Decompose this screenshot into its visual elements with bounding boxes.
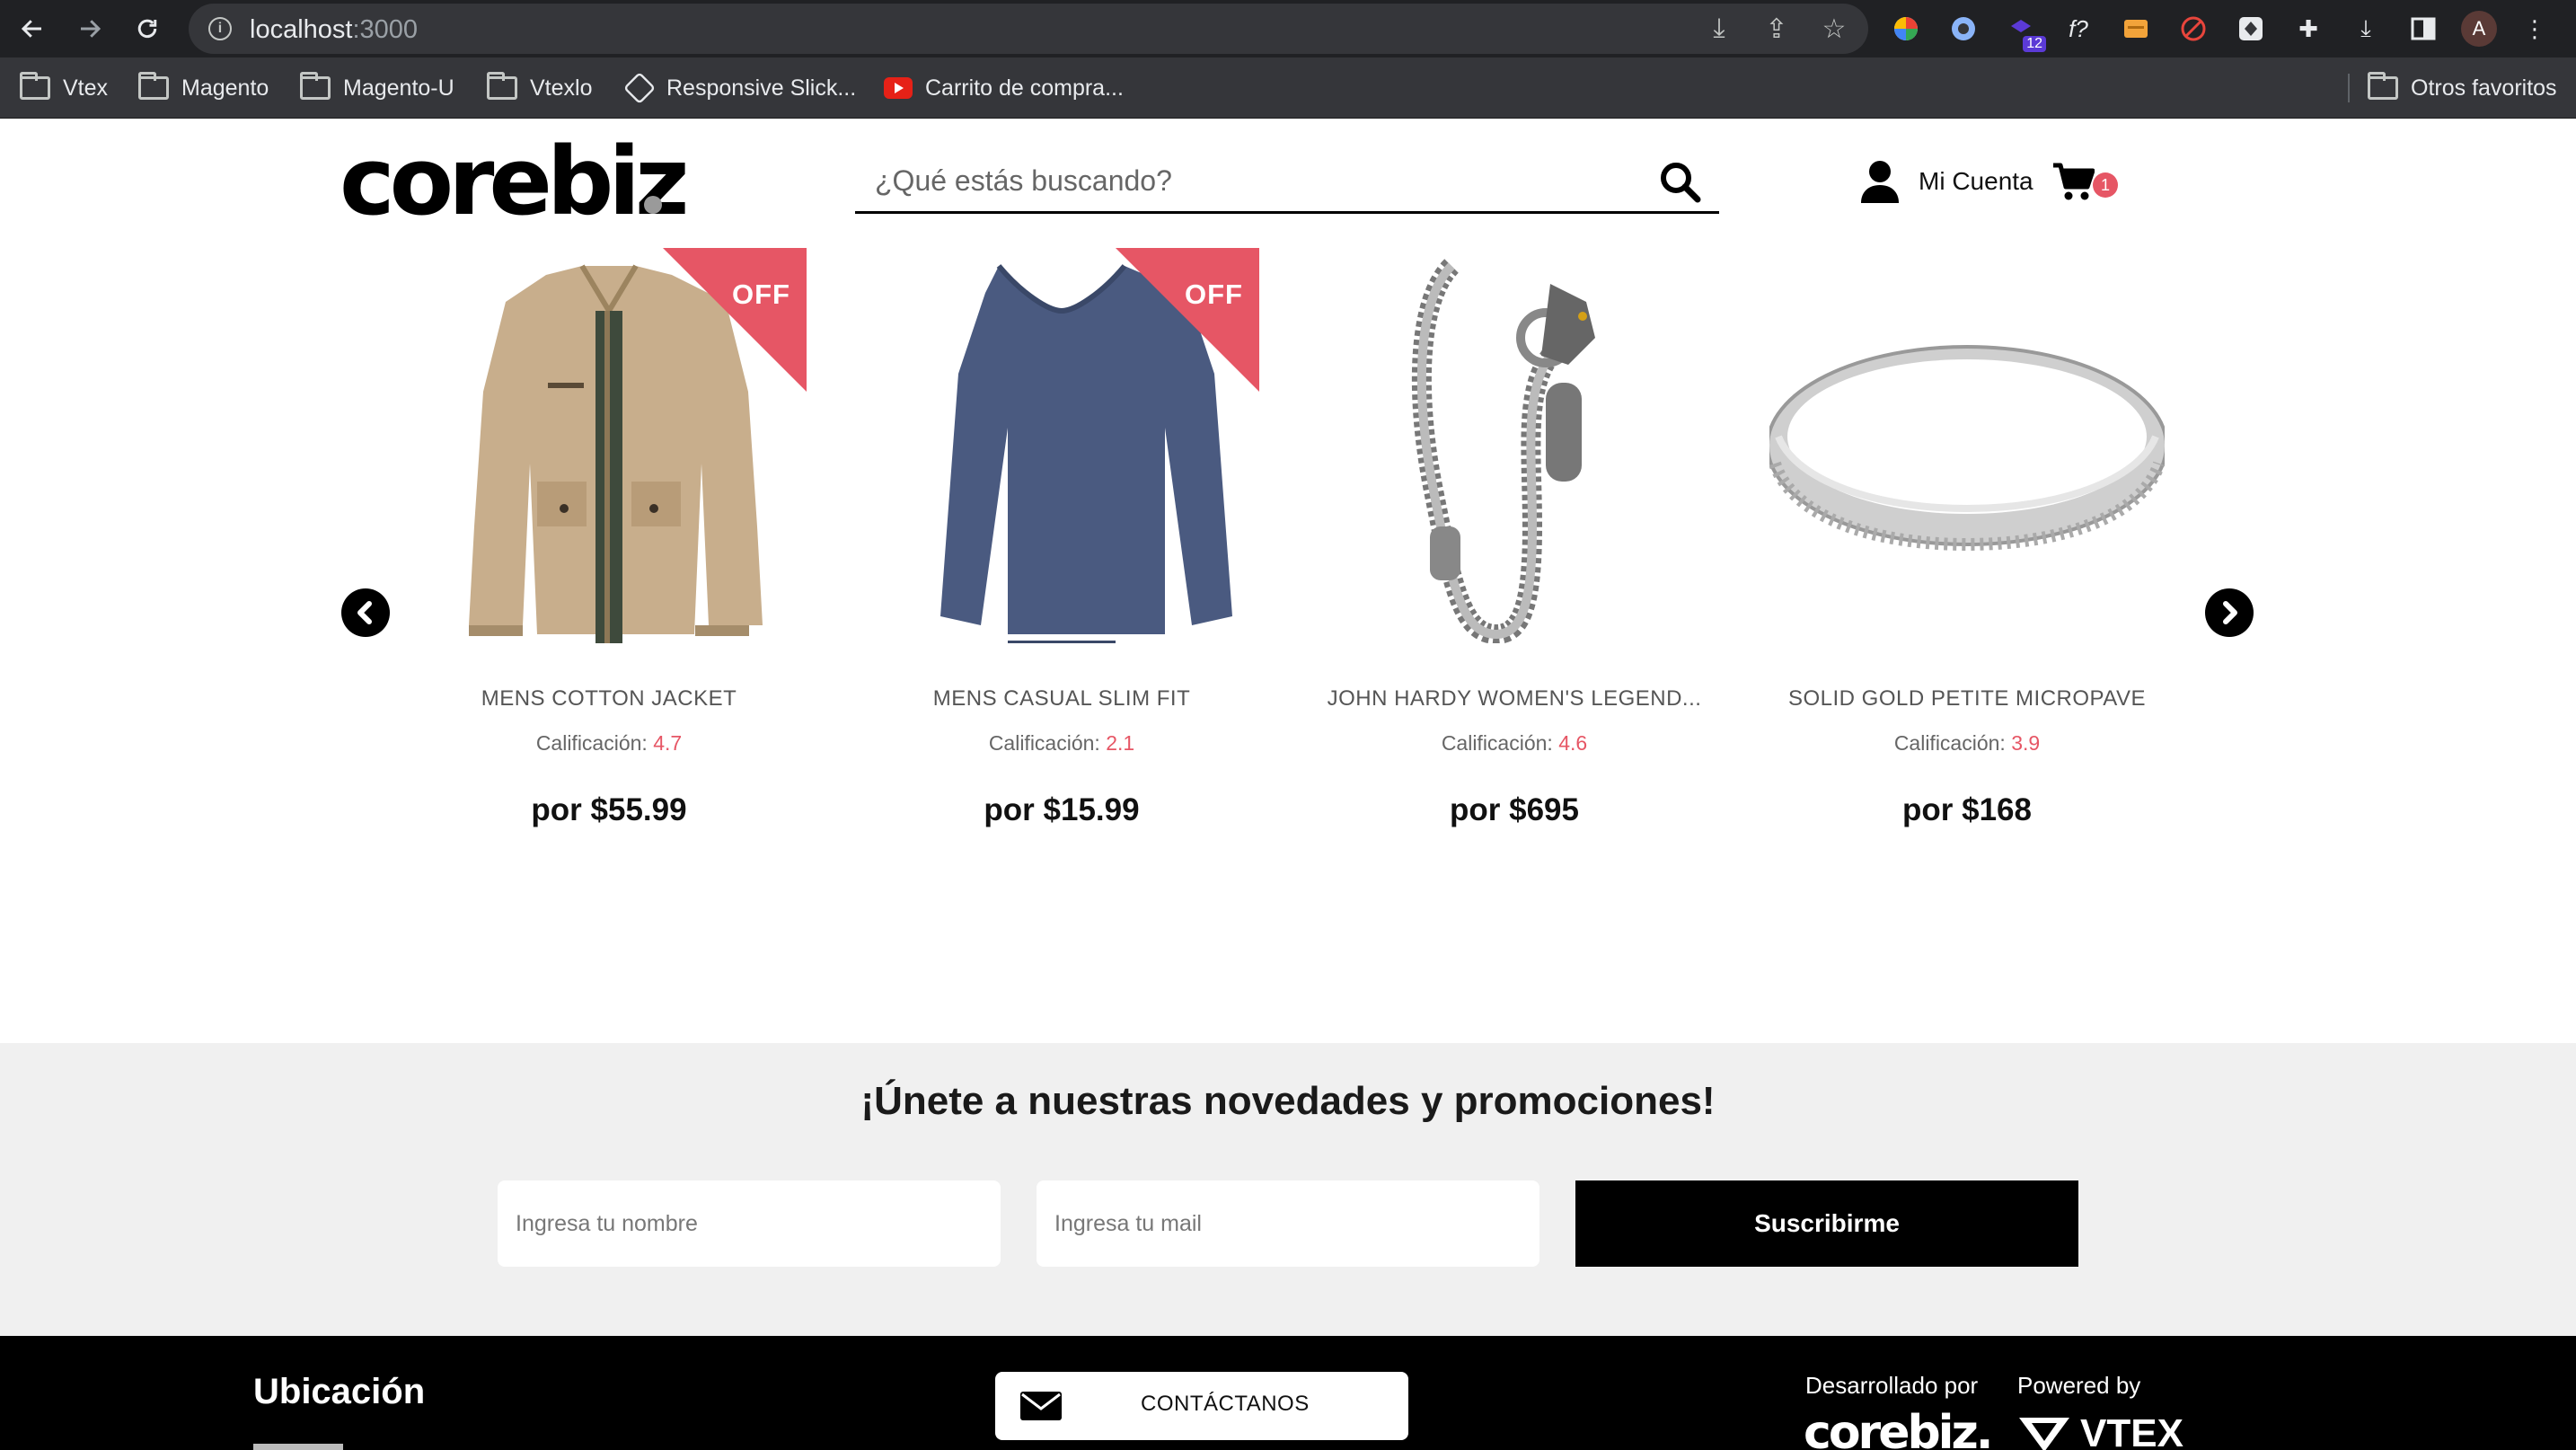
stack-extension-icon[interactable]: 12 — [2001, 9, 2046, 52]
browser-toolbar: i localhost:3000 ⤓ ⇪ ☆ 12 f? ✚ ⤓ A ⋮ — [0, 0, 2576, 57]
product-price: por $15.99 — [984, 792, 1140, 827]
circle-extension-icon[interactable] — [1944, 9, 1983, 49]
product-card[interactable]: JOHN HARDY WOMEN'S LEGEND... Calificació… — [1317, 248, 1712, 859]
folder-icon — [300, 72, 331, 100]
orange-extension-icon[interactable] — [2116, 9, 2156, 49]
folder-icon — [2368, 72, 2398, 100]
back-icon[interactable] — [13, 9, 52, 49]
vtex-extension-icon[interactable] — [2231, 9, 2271, 49]
vtex-mark-icon — [2019, 1418, 2069, 1450]
extensions-bar: 12 f? ✚ ⤓ A ⋮ — [1886, 9, 2554, 52]
bookmarks-bar: Vtex Magento Magento-U Vtexlo Responsive… — [0, 57, 2576, 119]
reload-icon[interactable] — [128, 9, 167, 49]
bookmark-responsive-slick[interactable]: Responsive Slick... — [622, 70, 856, 106]
newsletter-email-input[interactable] — [1037, 1180, 1539, 1267]
cart-icon[interactable] — [2051, 162, 2095, 201]
bookmark-vtexlo[interactable]: Vtexlo — [487, 70, 592, 106]
product-image-ring[interactable] — [1769, 248, 2165, 643]
font-extension-icon[interactable]: f? — [2059, 9, 2098, 49]
side-panel-icon[interactable] — [2404, 9, 2443, 49]
color-picker-extension-icon[interactable] — [1886, 9, 1926, 49]
product-card[interactable]: OFF MENS COTTON JACKET Calificación: 4.7… — [411, 248, 807, 859]
newsletter-name-input[interactable] — [498, 1180, 1001, 1267]
install-app-icon[interactable]: ⤓ — [1703, 13, 1735, 45]
product-image-bracelet[interactable] — [1317, 248, 1712, 643]
cart-count-badge: 1 — [2093, 172, 2118, 198]
folder-icon — [487, 72, 517, 100]
address-bar[interactable]: i localhost:3000 ⤓ ⇪ ☆ — [189, 4, 1868, 54]
newsletter-title: ¡Únete a nuestras novedades y promocione… — [860, 1079, 1716, 1123]
product-price: por $168 — [1902, 792, 2032, 827]
corebiz-footer-logo[interactable]: corebiz. — [1804, 1410, 1994, 1450]
logo-dot — [644, 196, 662, 214]
off-ribbon: OFF — [663, 248, 807, 392]
bookmark-other-favorites[interactable]: Otros favoritos — [2368, 70, 2557, 106]
bookmark-star-icon[interactable]: ☆ — [1818, 13, 1850, 45]
contact-button[interactable]: CONTÁCTANOS — [995, 1372, 1408, 1440]
share-icon[interactable]: ⇪ — [1760, 13, 1793, 45]
url-text[interactable]: localhost:3000 — [250, 15, 418, 45]
product-name[interactable]: MENS CASUAL SLIM FIT — [864, 686, 1259, 712]
carousel-prev-button[interactable] — [341, 588, 390, 637]
downloads-icon[interactable]: ⤓ — [2346, 9, 2386, 49]
search-icon[interactable] — [1658, 160, 1703, 205]
bookmark-carrito[interactable]: Carrito de compra... — [884, 70, 1124, 106]
block-extension-icon[interactable] — [2174, 9, 2213, 49]
location-underline — [253, 1444, 343, 1450]
puzzle-extensions-icon[interactable]: ✚ — [2289, 9, 2328, 49]
account-label: Mi Cuenta — [1919, 167, 2033, 195]
mail-icon — [1020, 1392, 1062, 1420]
slick-icon — [622, 71, 657, 105]
newsletter-section: ¡Únete a nuestras novedades y promocione… — [0, 1043, 2576, 1336]
powered-by-label: Powered by — [2017, 1372, 2141, 1399]
product-name[interactable]: SOLID GOLD PETITE MICROPAVE — [1769, 686, 2165, 712]
vtex-logo[interactable]: VTEX — [2017, 1411, 2183, 1450]
product-card[interactable]: OFF MENS CASUAL SLIM FIT Calificación: 2… — [864, 248, 1259, 859]
forward-icon[interactable] — [70, 9, 110, 49]
bookmarks-divider — [2348, 74, 2350, 102]
product-price: por $55.99 — [531, 792, 687, 827]
location-title: Ubicación — [253, 1372, 426, 1411]
bookmark-vtex[interactable]: Vtex — [20, 70, 108, 106]
youtube-icon — [884, 77, 913, 99]
user-icon — [1861, 161, 1899, 203]
search-bar — [855, 151, 1719, 214]
bookmark-magento[interactable]: Magento — [138, 70, 269, 106]
account-link[interactable]: Mi Cuenta — [1859, 160, 2033, 203]
product-price: por $695 — [1450, 792, 1579, 827]
profile-avatar[interactable]: A — [2461, 11, 2497, 47]
browser-menu-icon[interactable]: ⋮ — [2515, 9, 2554, 49]
subscribe-button[interactable]: Suscribirme — [1575, 1180, 2078, 1267]
chevron-right-icon — [2223, 601, 2237, 624]
chevron-left-icon — [357, 601, 372, 624]
product-rating: Calificación: 3.9 — [1893, 731, 2041, 755]
site-info-icon[interactable]: i — [208, 17, 232, 40]
product-rating: Calificación: 4.6 — [1441, 731, 1588, 755]
off-ribbon: OFF — [1116, 248, 1259, 392]
folder-icon — [20, 72, 50, 100]
product-rating: Calificación: 4.7 — [535, 731, 683, 755]
bookmark-magento-u[interactable]: Magento-U — [300, 70, 454, 106]
product-rating: Calificación: 2.1 — [988, 731, 1135, 755]
developed-by-label: Desarrollado por — [1805, 1372, 1979, 1399]
product-card[interactable]: SOLID GOLD PETITE MICROPAVE Calificación… — [1769, 248, 2165, 859]
contact-label: CONTÁCTANOS — [1141, 1392, 1310, 1416]
product-name[interactable]: MENS COTTON JACKET — [411, 686, 807, 712]
search-input[interactable] — [875, 158, 1611, 203]
product-name[interactable]: JOHN HARDY WOMEN'S LEGEND... — [1317, 686, 1712, 712]
carousel-next-button[interactable] — [2205, 588, 2254, 637]
corebiz-logo[interactable]: corebiz — [340, 135, 690, 228]
folder-icon — [138, 72, 169, 100]
footer: Ubicación CONTÁCTANOS Desarrollado por c… — [0, 1336, 2576, 1450]
